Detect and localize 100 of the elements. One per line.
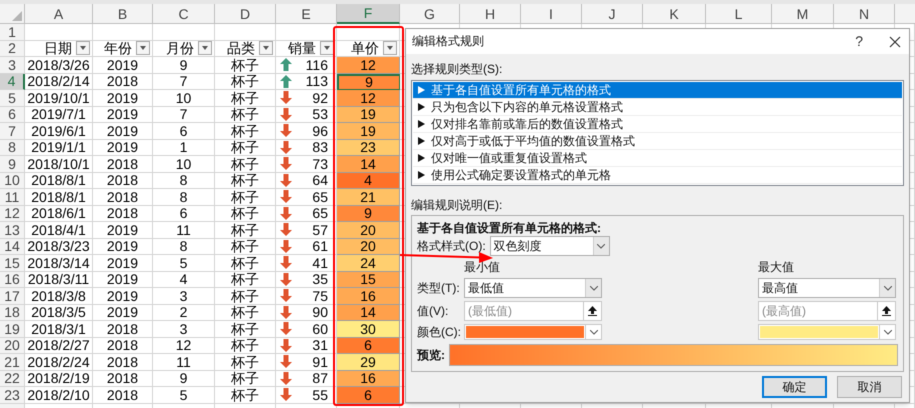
table-cell: 8 bbox=[180, 173, 188, 188]
dropdown[interactable]: 最高值 bbox=[758, 278, 896, 298]
help-button[interactable]: ? bbox=[855, 34, 863, 49]
dialog-button[interactable]: 取消 bbox=[837, 376, 902, 398]
column-header[interactable]: D bbox=[215, 4, 276, 24]
list-item[interactable]: 基于各自值设置所有单元格的格式 bbox=[413, 82, 902, 99]
row-header[interactable]: 2 bbox=[0, 40, 25, 57]
dropdown[interactable]: 双色刻度 bbox=[490, 236, 610, 256]
row-header[interactable]: 4 bbox=[0, 74, 25, 90]
column-header[interactable]: M bbox=[772, 4, 834, 24]
table-cell: 杯子 bbox=[231, 371, 259, 386]
table-cell: 杯子 bbox=[231, 90, 259, 105]
table-cell: 杯子 bbox=[231, 74, 259, 88]
row-header[interactable]: 16 bbox=[0, 272, 25, 288]
column-header[interactable]: F bbox=[337, 4, 400, 24]
empty-cell[interactable] bbox=[93, 24, 153, 40]
filter-button[interactable] bbox=[136, 41, 150, 56]
row-header[interactable]: 23 bbox=[0, 387, 25, 404]
table-cell: 2019 bbox=[106, 58, 138, 72]
row-header[interactable]: 5 bbox=[0, 90, 25, 106]
field-label: 类型(T): bbox=[417, 280, 460, 294]
upload-button[interactable] bbox=[878, 301, 896, 321]
table-cell: 杯子 bbox=[231, 256, 259, 270]
header-cell: 月份 bbox=[166, 41, 194, 56]
column-header[interactable]: H bbox=[460, 4, 521, 24]
filter-button[interactable] bbox=[76, 41, 90, 56]
row-header[interactable]: 18 bbox=[0, 304, 25, 321]
filter-button[interactable] bbox=[383, 41, 397, 56]
close-button[interactable] bbox=[889, 36, 901, 48]
column-header[interactable]: L bbox=[706, 4, 772, 24]
table-cell: 14 bbox=[337, 304, 400, 321]
table-cell: 2018/10/1 bbox=[27, 156, 90, 171]
empty-cell[interactable] bbox=[337, 24, 400, 40]
table-cell: 2018 bbox=[106, 371, 138, 386]
row-header[interactable]: 11 bbox=[0, 189, 25, 206]
column-header[interactable]: J bbox=[582, 4, 643, 24]
caret-icon bbox=[80, 46, 86, 50]
table-cell: 2018 bbox=[106, 322, 138, 336]
row-header[interactable]: 1 bbox=[0, 24, 25, 40]
filter-button[interactable] bbox=[198, 41, 212, 56]
column-header[interactable]: N bbox=[834, 4, 895, 24]
table-cell: 31 bbox=[312, 338, 328, 352]
row-header[interactable]: 13 bbox=[0, 222, 25, 238]
row-header[interactable]: 15 bbox=[0, 255, 25, 272]
triangle-icon bbox=[418, 120, 425, 128]
row-header[interactable]: 10 bbox=[0, 172, 25, 189]
table-cell: 杯子 bbox=[231, 239, 259, 254]
table-cell: 2 bbox=[180, 305, 188, 320]
column-header[interactable]: E bbox=[276, 4, 337, 24]
row-header[interactable]: 22 bbox=[0, 370, 25, 387]
column-header[interactable]: G bbox=[400, 4, 460, 24]
column-header[interactable]: C bbox=[153, 4, 215, 24]
table-cell: 2018/3/1 bbox=[31, 322, 86, 336]
table-cell: 2018 bbox=[106, 74, 138, 88]
header-cell: 品类 bbox=[227, 41, 255, 56]
table-cell: 2019 bbox=[106, 305, 138, 320]
list-item[interactable]: 使用公式确定要设置格式的单元格 bbox=[413, 167, 902, 184]
filter-button[interactable] bbox=[320, 41, 334, 56]
row-header[interactable]: 21 bbox=[0, 354, 25, 370]
table-cell: 2019 bbox=[106, 222, 138, 237]
column-header[interactable]: B bbox=[93, 4, 153, 24]
row-header[interactable]: 14 bbox=[0, 238, 25, 255]
upload-button[interactable] bbox=[584, 301, 602, 321]
row-header[interactable]: 9 bbox=[0, 156, 25, 172]
table-cell: 4 bbox=[180, 272, 188, 286]
table-cell: 杯子 bbox=[231, 288, 259, 303]
row-header[interactable]: 6 bbox=[0, 106, 25, 123]
list-item[interactable]: 仅对排名靠前或靠后的数值设置格式 bbox=[413, 116, 902, 133]
list-item[interactable]: 仅对高于或低于平均值的数值设置格式 bbox=[413, 133, 902, 150]
caret-icon bbox=[884, 286, 892, 290]
color-picker[interactable] bbox=[464, 324, 602, 340]
column-header[interactable]: I bbox=[521, 4, 582, 24]
row-header[interactable]: 8 bbox=[0, 140, 25, 156]
empty-cell[interactable] bbox=[215, 24, 276, 40]
row-header[interactable]: 20 bbox=[0, 338, 25, 354]
table-cell: 2019/7/1 bbox=[31, 107, 86, 122]
table-cell: 7 bbox=[180, 107, 188, 122]
empty-cell[interactable] bbox=[276, 24, 337, 40]
filter-button[interactable] bbox=[259, 41, 273, 56]
row-header[interactable]: 12 bbox=[0, 206, 25, 222]
list-item[interactable]: 只为包含以下内容的单元格设置格式 bbox=[413, 99, 902, 116]
row-header[interactable]: 19 bbox=[0, 321, 25, 338]
table-cell: 杯子 bbox=[231, 305, 259, 320]
field-label: 颜色(C): bbox=[417, 324, 461, 338]
dropdown[interactable]: 最低值 bbox=[464, 278, 602, 298]
table-cell: 2019 bbox=[106, 124, 138, 138]
table-cell: 杯子 bbox=[231, 206, 259, 220]
row-header[interactable]: 17 bbox=[0, 288, 25, 304]
list-item[interactable]: 仅对唯一值或重复值设置格式 bbox=[413, 150, 902, 167]
caret-icon bbox=[140, 46, 146, 50]
column-header[interactable]: K bbox=[643, 4, 706, 24]
table-cell: 19 bbox=[337, 123, 400, 140]
color-picker[interactable] bbox=[758, 324, 896, 340]
empty-cell[interactable] bbox=[153, 24, 215, 40]
dialog-button[interactable]: 确定 bbox=[762, 376, 827, 398]
column-header[interactable]: A bbox=[25, 4, 93, 24]
row-header[interactable]: 7 bbox=[0, 123, 25, 140]
table-cell: 杯子 bbox=[231, 58, 259, 72]
table-cell: 96 bbox=[312, 124, 328, 138]
row-header[interactable]: 3 bbox=[0, 57, 25, 74]
